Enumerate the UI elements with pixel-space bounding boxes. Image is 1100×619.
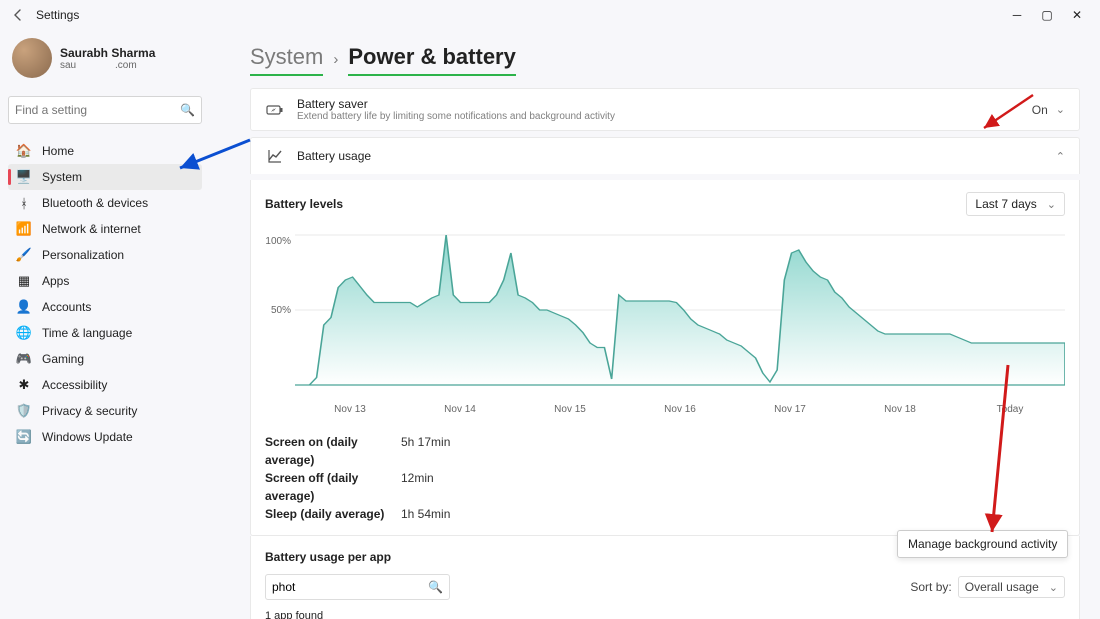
nav-label: Personalization	[42, 248, 124, 262]
nav-label: Network & internet	[42, 222, 141, 236]
xtick: Nov 16	[625, 404, 735, 415]
nav-icon: ▦	[16, 273, 32, 289]
screen-off-value: 12min	[401, 469, 434, 505]
battery-saver-title: Battery saver	[297, 97, 615, 111]
battery-saver-icon	[265, 100, 285, 120]
time-range-value: Last 7 days	[975, 197, 1036, 211]
sleep-label: Sleep (daily average)	[265, 505, 385, 523]
xtick: Nov 14	[405, 404, 515, 415]
app-search-input[interactable]	[272, 580, 428, 594]
sidebar-item-time-language[interactable]: 🌐 Time & language	[8, 320, 202, 346]
ytick-100: 100%	[265, 236, 291, 247]
nav-label: System	[42, 170, 82, 184]
breadcrumb-current: Power & battery	[348, 44, 516, 70]
minimize-button[interactable]: ─	[1002, 0, 1032, 30]
sidebar-item-accounts[interactable]: 👤 Accounts	[8, 294, 202, 320]
chart-x-axis: Nov 13Nov 14Nov 15Nov 16Nov 17Nov 18Toda…	[295, 404, 1065, 415]
search-icon: 🔍	[180, 103, 195, 117]
battery-chart	[295, 230, 1065, 400]
nav-icon: ✱	[16, 377, 32, 393]
chevron-right-icon: ›	[333, 51, 338, 68]
battery-saver-subtitle: Extend battery life by limiting some not…	[297, 111, 615, 122]
nav-label: Bluetooth & devices	[42, 196, 148, 210]
battery-usage-header[interactable]: Battery usage ⌃	[250, 137, 1080, 174]
nav-label: Privacy & security	[42, 404, 137, 418]
nav-icon: ᚼ	[16, 195, 32, 211]
nav-label: Time & language	[42, 326, 132, 340]
battery-levels-panel: Battery levels Last 7 days ⌄ 100% 50% No…	[250, 180, 1080, 536]
sidebar-item-apps[interactable]: ▦ Apps	[8, 268, 202, 294]
back-button[interactable]	[8, 5, 28, 25]
nav-list: 🏠 Home 🖥️ System ᚼ Bluetooth & devices 📶 Networ…	[8, 138, 202, 450]
app-search[interactable]: 🔍	[265, 574, 450, 600]
xtick: Nov 17	[735, 404, 845, 415]
battery-usage-title: Battery usage	[297, 149, 371, 163]
screen-on-value: 5h 17min	[401, 433, 450, 469]
xtick: Nov 13	[295, 404, 405, 415]
nav-label: Home	[42, 144, 74, 158]
battery-stats: Screen on (daily average) 5h 17min Scree…	[265, 433, 1065, 523]
chevron-down-icon: ⌄	[1049, 581, 1058, 594]
ytick-50: 50%	[271, 305, 291, 316]
sort-value: Overall usage	[965, 580, 1039, 594]
sidebar-item-network-internet[interactable]: 📶 Network & internet	[8, 216, 202, 242]
nav-icon: 🏠	[16, 143, 32, 159]
breadcrumb-parent[interactable]: System	[250, 44, 323, 70]
sidebar-item-system[interactable]: 🖥️ System	[8, 164, 202, 190]
nav-icon: 📶	[16, 221, 32, 237]
chart-icon	[265, 146, 285, 166]
chart-y-axis: 100% 50%	[265, 230, 295, 380]
time-range-select[interactable]: Last 7 days ⌄	[966, 192, 1065, 216]
search-input[interactable]	[15, 103, 180, 117]
chevron-up-icon[interactable]: ⌃	[1056, 150, 1065, 163]
manage-background-tooltip: Manage background activity	[897, 530, 1068, 558]
sort-select[interactable]: Overall usage ⌄	[958, 576, 1065, 598]
search-field[interactable]: 🔍	[8, 96, 202, 124]
screen-off-label: Screen off (daily average)	[265, 469, 385, 505]
nav-label: Accounts	[42, 300, 91, 314]
nav-label: Gaming	[42, 352, 84, 366]
breadcrumb: System › Power & battery	[250, 30, 1080, 76]
search-icon: 🔍	[428, 580, 443, 594]
sidebar-item-bluetooth-devices[interactable]: ᚼ Bluetooth & devices	[8, 190, 202, 216]
nav-icon: 🖌️	[16, 247, 32, 263]
screen-on-label: Screen on (daily average)	[265, 433, 385, 469]
chevron-down-icon[interactable]: ⌄	[1056, 103, 1065, 116]
nav-icon: 👤	[16, 299, 32, 315]
battery-levels-title: Battery levels	[265, 197, 343, 211]
sort-label: Sort by:	[910, 580, 951, 594]
xtick: Nov 15	[515, 404, 625, 415]
xtick: Today	[955, 404, 1065, 415]
sidebar-item-home[interactable]: 🏠 Home	[8, 138, 202, 164]
nav-label: Accessibility	[42, 378, 107, 392]
xtick: Nov 18	[845, 404, 955, 415]
nav-icon: 🌐	[16, 325, 32, 341]
chevron-down-icon: ⌄	[1047, 198, 1056, 211]
app-result-count: 1 app found	[265, 610, 1065, 619]
sidebar-item-accessibility[interactable]: ✱ Accessibility	[8, 372, 202, 398]
nav-icon: 🎮	[16, 351, 32, 367]
sidebar-item-personalization[interactable]: 🖌️ Personalization	[8, 242, 202, 268]
nav-icon: 🔄	[16, 429, 32, 445]
sidebar-item-gaming[interactable]: 🎮 Gaming	[8, 346, 202, 372]
battery-saver-status: On	[1032, 103, 1048, 117]
nav-icon: 🖥️	[16, 169, 32, 185]
sidebar-item-windows-update[interactable]: 🔄 Windows Update	[8, 424, 202, 450]
nav-label: Windows Update	[42, 430, 133, 444]
window-title: Settings	[36, 8, 79, 22]
user-email: sau .com	[60, 60, 155, 71]
sidebar-item-privacy-security[interactable]: 🛡️ Privacy & security	[8, 398, 202, 424]
user-name: Saurabh Sharma	[60, 46, 155, 60]
sleep-value: 1h 54min	[401, 505, 450, 523]
nav-label: Apps	[42, 274, 69, 288]
window-titlebar: Settings ─ ▢ ✕	[0, 0, 1100, 30]
avatar	[12, 38, 52, 78]
close-button[interactable]: ✕	[1062, 0, 1092, 30]
battery-saver-card[interactable]: Battery saver Extend battery life by lim…	[250, 88, 1080, 131]
nav-icon: 🛡️	[16, 403, 32, 419]
maximize-button[interactable]: ▢	[1032, 0, 1062, 30]
sidebar: Saurabh Sharma sau .com 🔍 🏠 Home 🖥️ System ᚼ…	[0, 30, 210, 619]
user-block[interactable]: Saurabh Sharma sau .com	[8, 30, 202, 90]
